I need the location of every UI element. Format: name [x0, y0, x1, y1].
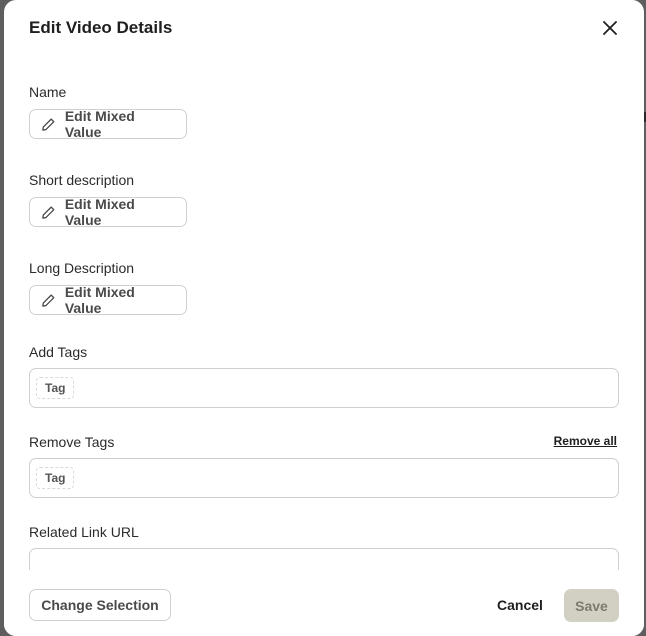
name-label: Name: [29, 84, 67, 100]
add-tags-placeholder-chip: Tag: [36, 377, 75, 399]
related-link-url-field: Related Link URL: [29, 524, 619, 570]
pencil-icon: [42, 205, 55, 219]
close-icon: [603, 21, 617, 35]
short-description-edit-mixed-value-label: Edit Mixed Value: [64, 196, 135, 228]
add-tags-field: Add Tags Tag: [29, 344, 619, 410]
short-description-edit-mixed-value-button[interactable]: Edit Mixed Value: [29, 196, 187, 228]
modal-footer: Change Selection Cancel Save: [4, 570, 644, 636]
add-tags-input[interactable]: Tag: [29, 368, 619, 408]
save-button[interactable]: Save: [564, 589, 619, 622]
long-description-edit-mixed-value-button[interactable]: Edit Mixed Value: [29, 284, 187, 316]
remove-tags-label: Remove Tags: [29, 434, 115, 450]
modal-title: Edit Video Details: [29, 18, 173, 37]
short-description-label: Short description: [29, 172, 135, 188]
name-field: Name Edit Mixed Value: [29, 84, 619, 144]
edit-video-details-modal: Edit Video Details Name Edit Mixed Value…: [4, 0, 644, 636]
pencil-icon: [42, 117, 55, 131]
remove-all-link[interactable]: Remove all: [554, 434, 617, 448]
close-button[interactable]: [598, 16, 622, 40]
pencil-icon: [42, 293, 55, 307]
related-link-url-input[interactable]: [29, 548, 619, 570]
remove-tags-field: Remove Tags Remove all Tag: [29, 434, 619, 500]
modal-header: Edit Video Details: [4, 0, 644, 58]
name-edit-mixed-value-label: Edit Mixed Value: [64, 108, 135, 140]
related-link-url-label: Related Link URL: [29, 524, 139, 540]
remove-tags-input[interactable]: Tag: [29, 458, 619, 498]
long-description-edit-mixed-value-label: Edit Mixed Value: [64, 284, 135, 316]
add-tags-label: Add Tags: [29, 344, 88, 360]
name-edit-mixed-value-button[interactable]: Edit Mixed Value: [29, 108, 187, 140]
remove-tags-placeholder-chip: Tag: [36, 467, 75, 489]
modal-body: Name Edit Mixed Value Short description …: [4, 58, 644, 570]
change-selection-button[interactable]: Change Selection: [29, 589, 171, 621]
short-description-field: Short description Edit Mixed Value: [29, 172, 619, 232]
cancel-button[interactable]: Cancel: [490, 589, 550, 621]
long-description-label: Long Description: [29, 260, 135, 276]
long-description-field: Long Description Edit Mixed Value: [29, 260, 619, 320]
